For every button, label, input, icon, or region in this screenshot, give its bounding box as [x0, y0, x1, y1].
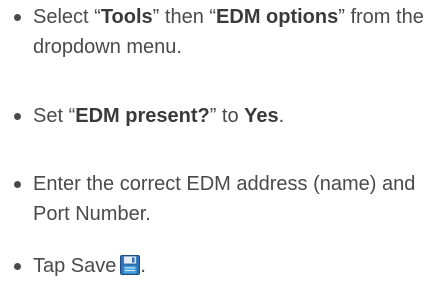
- step-text: Tap Save .: [33, 254, 146, 277]
- save-floppy-icon: [120, 254, 141, 275]
- list-item-step-1: Select “Tools” then “EDM options” from t…: [14, 2, 439, 62]
- step-text: Select “Tools” then “EDM options” from t…: [33, 6, 424, 58]
- bullet: [14, 181, 21, 188]
- list-item-step-3: Enter the correct EDM address (name) and…: [14, 169, 439, 229]
- step-text: Set “EDM present?” to Yes.: [33, 105, 285, 127]
- step-text: Enter the correct EDM address (name) and…: [33, 173, 416, 225]
- list-item-step-2: Set “EDM present?” to Yes.: [14, 101, 439, 131]
- list-item-step-4: Tap Save .: [14, 251, 439, 281]
- bullet: [14, 263, 21, 270]
- bullet: [14, 14, 21, 21]
- bullet: [14, 113, 21, 120]
